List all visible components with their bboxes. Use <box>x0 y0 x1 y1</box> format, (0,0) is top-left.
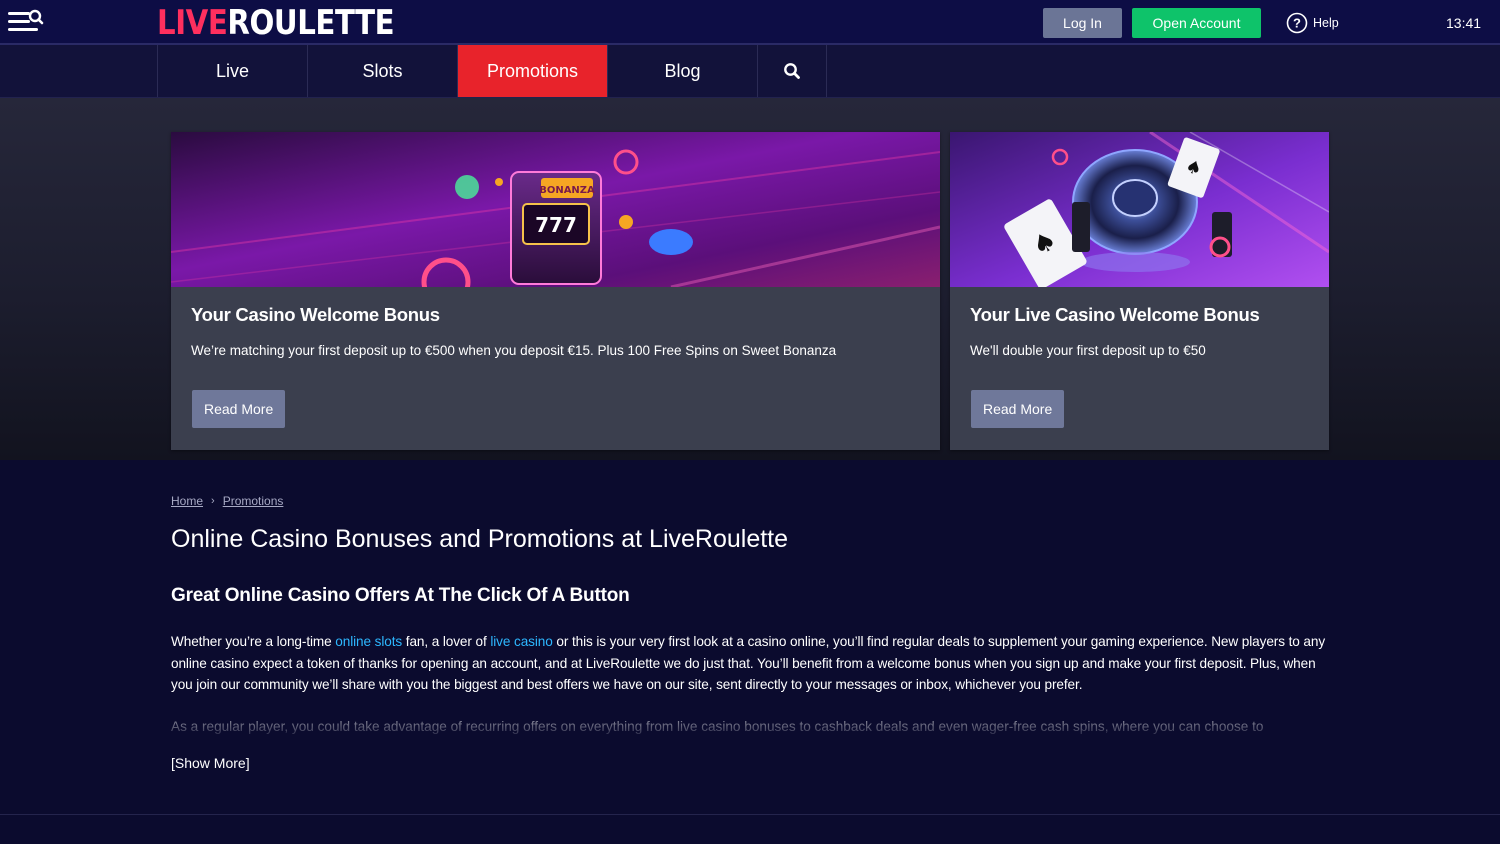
help-label: Help <box>1313 16 1339 30</box>
breadcrumb-separator: › <box>211 495 215 507</box>
nav-slots[interactable]: Slots <box>307 45 457 97</box>
help-link[interactable]: ? Help <box>1286 12 1339 34</box>
intro-paragraph: Whether you’re a long-time online slots … <box>171 631 1331 696</box>
nav-search-button[interactable] <box>757 45 826 97</box>
promo-card-casino: 777 BONANZA Your Casino Welcome Bonus We… <box>171 132 940 450</box>
svg-text:BONANZA: BONANZA <box>539 185 595 196</box>
page-title: Online Casino Bonuses and Promotions at … <box>171 525 789 553</box>
open-account-button[interactable]: Open Account <box>1132 8 1261 38</box>
promo-title: Your Live Casino Welcome Bonus <box>970 304 1260 325</box>
menu-search-icon[interactable] <box>8 9 44 35</box>
roulette-wheel-banner[interactable]: ♠ ♠ <box>950 132 1329 287</box>
promo-card-live-casino: ♠ ♠ Your Live Casino Welcome Bonus We'll… <box>950 132 1329 450</box>
paragraph-text: Whether you’re a long-time <box>171 634 336 649</box>
logo-roulette-text: ROULETTE <box>227 3 395 43</box>
show-more-link[interactable]: [Show More] <box>171 755 250 771</box>
nav-promotions[interactable]: Promotions <box>457 45 607 97</box>
clock: 13:41 <box>1446 15 1482 31</box>
slot-machine-banner[interactable]: 777 BONANZA <box>171 132 940 287</box>
breadcrumb-promotions-link[interactable]: Promotions <box>223 494 284 508</box>
login-button[interactable]: Log In <box>1043 8 1122 38</box>
nav-divider <box>826 45 827 97</box>
main-nav: Live Slots Promotions Blog <box>0 45 1500 98</box>
breadcrumb-home-link[interactable]: Home <box>171 494 203 508</box>
promo-title: Your Casino Welcome Bonus <box>191 304 440 325</box>
paragraph-text: fan, a lover of <box>402 634 491 649</box>
promo-text: We’re matching your first deposit up to … <box>191 343 837 358</box>
svg-text:?: ? <box>1293 16 1301 31</box>
read-more-button[interactable]: Read More <box>192 390 286 428</box>
top-bar: LIVEROULETTE Log In Open Account ? Help … <box>0 0 1500 45</box>
search-icon <box>784 63 800 79</box>
svg-text:777: 777 <box>535 213 577 237</box>
site-logo[interactable]: LIVEROULETTE <box>157 3 395 43</box>
online-slots-link[interactable]: online slots <box>335 634 402 649</box>
live-casino-link[interactable]: live casino <box>490 634 552 649</box>
nav-blog[interactable]: Blog <box>607 45 757 97</box>
faded-paragraph: As a regular player, you could take adva… <box>171 719 1264 734</box>
promo-text: We'll double your first deposit up to €5… <box>970 343 1206 358</box>
logo-live-text: LIVE <box>157 3 228 43</box>
breadcrumb: Home › Promotions <box>171 494 283 508</box>
nav-live[interactable]: Live <box>157 45 307 97</box>
help-icon: ? <box>1286 12 1308 34</box>
footer-divider <box>0 814 1500 815</box>
read-more-button[interactable]: Read More <box>971 390 1065 428</box>
section-heading: Great Online Casino Offers At The Click … <box>171 585 630 606</box>
